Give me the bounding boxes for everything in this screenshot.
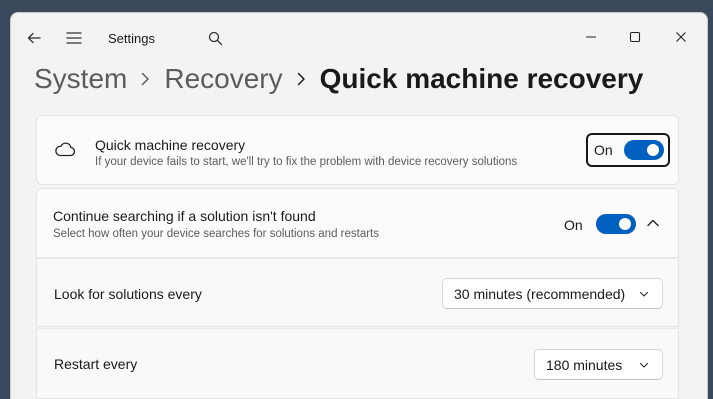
settings-window: Settings System Recovery Quick machine r… bbox=[10, 12, 708, 399]
quick-machine-recovery-card: Quick machine recovery If your device fa… bbox=[36, 115, 679, 185]
dropdown-selected-value: 30 minutes (recommended) bbox=[454, 286, 626, 302]
search-button[interactable] bbox=[204, 27, 226, 49]
back-button[interactable] bbox=[23, 27, 45, 49]
dropdown-selected-value: 180 minutes bbox=[546, 357, 623, 373]
look-for-solutions-label: Look for solutions every bbox=[54, 286, 202, 302]
restart-every-row: Restart every 180 minutes bbox=[36, 328, 679, 399]
maximize-icon bbox=[629, 31, 641, 43]
close-icon bbox=[676, 32, 686, 42]
look-for-solutions-row: Look for solutions every 30 minutes (rec… bbox=[36, 258, 679, 327]
app-title: Settings bbox=[108, 31, 155, 46]
minimize-icon bbox=[586, 36, 596, 38]
quick-recovery-description: If your device fails to start, we'll try… bbox=[95, 156, 518, 168]
restart-every-dropdown[interactable]: 180 minutes bbox=[534, 349, 663, 380]
toggle-state-label: On bbox=[564, 217, 583, 233]
chevron-down-icon bbox=[639, 291, 649, 297]
look-for-solutions-dropdown[interactable]: 30 minutes (recommended) bbox=[442, 278, 663, 309]
breadcrumb-item-recovery[interactable]: Recovery bbox=[164, 63, 282, 95]
toggle-knob bbox=[619, 218, 631, 230]
continue-searching-title: Continue searching if a solution isn't f… bbox=[53, 208, 316, 224]
toggle-switch[interactable] bbox=[624, 140, 664, 160]
continue-searching-description: Select how often your device searches fo… bbox=[53, 228, 380, 240]
continue-searching-card[interactable]: Continue searching if a solution isn't f… bbox=[36, 188, 679, 258]
navigation-menu-button[interactable] bbox=[63, 27, 85, 49]
breadcrumb-chevron-icon bbox=[141, 72, 150, 86]
cloud-icon bbox=[55, 142, 76, 157]
maximize-button[interactable] bbox=[623, 25, 647, 49]
breadcrumb-item-system[interactable]: System bbox=[34, 63, 127, 95]
search-icon bbox=[208, 31, 222, 45]
breadcrumb-chevron-icon bbox=[297, 72, 306, 86]
quick-recovery-toggle[interactable]: On bbox=[586, 133, 670, 167]
restart-every-label: Restart every bbox=[54, 356, 138, 372]
quick-recovery-title: Quick machine recovery bbox=[95, 137, 246, 153]
title-bar: Settings bbox=[11, 13, 707, 61]
toggle-knob bbox=[647, 144, 659, 156]
continue-searching-toggle[interactable] bbox=[596, 214, 636, 234]
chevron-up-icon[interactable] bbox=[645, 215, 661, 231]
chevron-down-icon bbox=[639, 362, 649, 368]
close-button[interactable] bbox=[669, 25, 693, 49]
page-title: Quick machine recovery bbox=[319, 63, 644, 94]
back-arrow-icon bbox=[27, 32, 41, 44]
hamburger-menu-icon bbox=[66, 32, 82, 44]
toggle-state-label: On bbox=[594, 142, 613, 158]
minimize-button[interactable] bbox=[579, 25, 603, 49]
breadcrumb: System Recovery Quick machine recovery bbox=[34, 61, 643, 97]
